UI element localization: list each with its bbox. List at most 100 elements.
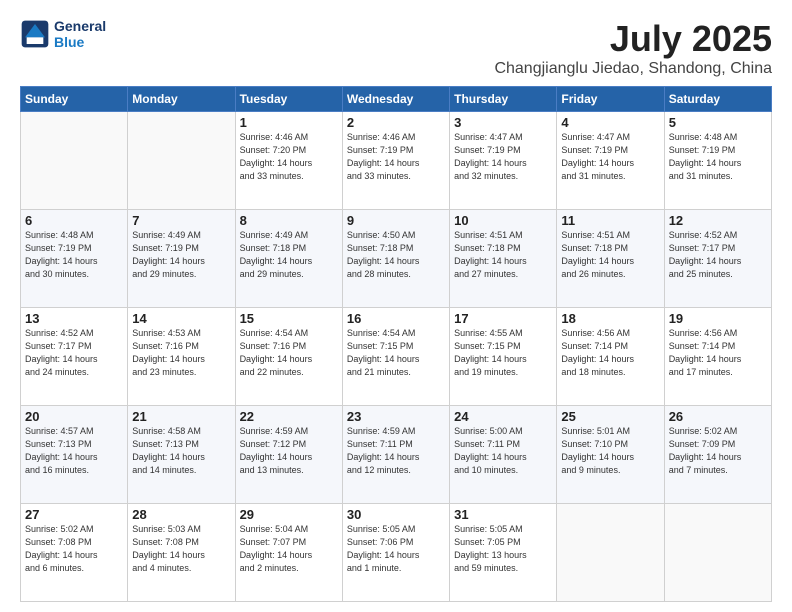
logo-line1: General bbox=[54, 18, 106, 34]
calendar-cell: 1Sunrise: 4:46 AM Sunset: 7:20 PM Daylig… bbox=[235, 112, 342, 210]
calendar-cell: 22Sunrise: 4:59 AM Sunset: 7:12 PM Dayli… bbox=[235, 406, 342, 504]
calendar-header-row: SundayMondayTuesdayWednesdayThursdayFrid… bbox=[21, 87, 772, 112]
calendar-cell bbox=[664, 504, 771, 602]
calendar-cell: 11Sunrise: 4:51 AM Sunset: 7:18 PM Dayli… bbox=[557, 210, 664, 308]
cell-info: Sunrise: 4:56 AM Sunset: 7:14 PM Dayligh… bbox=[669, 327, 767, 379]
day-of-week-header: Monday bbox=[128, 87, 235, 112]
calendar-cell: 6Sunrise: 4:48 AM Sunset: 7:19 PM Daylig… bbox=[21, 210, 128, 308]
day-number: 1 bbox=[240, 115, 338, 130]
cell-info: Sunrise: 4:47 AM Sunset: 7:19 PM Dayligh… bbox=[454, 131, 552, 183]
cell-info: Sunrise: 4:57 AM Sunset: 7:13 PM Dayligh… bbox=[25, 425, 123, 477]
calendar-cell bbox=[128, 112, 235, 210]
calendar-cell bbox=[557, 504, 664, 602]
day-of-week-header: Friday bbox=[557, 87, 664, 112]
calendar-cell: 25Sunrise: 5:01 AM Sunset: 7:10 PM Dayli… bbox=[557, 406, 664, 504]
cell-info: Sunrise: 4:59 AM Sunset: 7:11 PM Dayligh… bbox=[347, 425, 445, 477]
day-number: 16 bbox=[347, 311, 445, 326]
day-of-week-header: Wednesday bbox=[342, 87, 449, 112]
header: General Blue July 2025 Changjianglu Jied… bbox=[20, 18, 772, 78]
calendar-cell: 24Sunrise: 5:00 AM Sunset: 7:11 PM Dayli… bbox=[450, 406, 557, 504]
calendar-cell: 4Sunrise: 4:47 AM Sunset: 7:19 PM Daylig… bbox=[557, 112, 664, 210]
day-number: 15 bbox=[240, 311, 338, 326]
logo-text: General Blue bbox=[54, 18, 106, 50]
day-number: 7 bbox=[132, 213, 230, 228]
cell-info: Sunrise: 4:49 AM Sunset: 7:18 PM Dayligh… bbox=[240, 229, 338, 281]
cell-info: Sunrise: 4:56 AM Sunset: 7:14 PM Dayligh… bbox=[561, 327, 659, 379]
day-number: 23 bbox=[347, 409, 445, 424]
page: General Blue July 2025 Changjianglu Jied… bbox=[0, 0, 792, 612]
calendar-cell: 8Sunrise: 4:49 AM Sunset: 7:18 PM Daylig… bbox=[235, 210, 342, 308]
day-number: 6 bbox=[25, 213, 123, 228]
cell-info: Sunrise: 4:48 AM Sunset: 7:19 PM Dayligh… bbox=[669, 131, 767, 183]
calendar-cell: 12Sunrise: 4:52 AM Sunset: 7:17 PM Dayli… bbox=[664, 210, 771, 308]
cell-info: Sunrise: 4:51 AM Sunset: 7:18 PM Dayligh… bbox=[454, 229, 552, 281]
day-number: 25 bbox=[561, 409, 659, 424]
cell-info: Sunrise: 4:54 AM Sunset: 7:15 PM Dayligh… bbox=[347, 327, 445, 379]
day-number: 5 bbox=[669, 115, 767, 130]
day-number: 2 bbox=[347, 115, 445, 130]
day-of-week-header: Sunday bbox=[21, 87, 128, 112]
day-number: 28 bbox=[132, 507, 230, 522]
cell-info: Sunrise: 5:02 AM Sunset: 7:08 PM Dayligh… bbox=[25, 523, 123, 575]
cell-info: Sunrise: 4:51 AM Sunset: 7:18 PM Dayligh… bbox=[561, 229, 659, 281]
logo: General Blue bbox=[20, 18, 106, 50]
day-number: 10 bbox=[454, 213, 552, 228]
cell-info: Sunrise: 4:55 AM Sunset: 7:15 PM Dayligh… bbox=[454, 327, 552, 379]
cell-info: Sunrise: 5:05 AM Sunset: 7:06 PM Dayligh… bbox=[347, 523, 445, 575]
cell-info: Sunrise: 5:01 AM Sunset: 7:10 PM Dayligh… bbox=[561, 425, 659, 477]
calendar-cell: 15Sunrise: 4:54 AM Sunset: 7:16 PM Dayli… bbox=[235, 308, 342, 406]
calendar-cell: 27Sunrise: 5:02 AM Sunset: 7:08 PM Dayli… bbox=[21, 504, 128, 602]
calendar-cell: 23Sunrise: 4:59 AM Sunset: 7:11 PM Dayli… bbox=[342, 406, 449, 504]
title-block: July 2025 Changjianglu Jiedao, Shandong,… bbox=[494, 18, 772, 78]
day-number: 30 bbox=[347, 507, 445, 522]
calendar-cell: 10Sunrise: 4:51 AM Sunset: 7:18 PM Dayli… bbox=[450, 210, 557, 308]
cell-info: Sunrise: 4:53 AM Sunset: 7:16 PM Dayligh… bbox=[132, 327, 230, 379]
day-of-week-header: Tuesday bbox=[235, 87, 342, 112]
calendar-cell: 14Sunrise: 4:53 AM Sunset: 7:16 PM Dayli… bbox=[128, 308, 235, 406]
cell-info: Sunrise: 5:05 AM Sunset: 7:05 PM Dayligh… bbox=[454, 523, 552, 575]
subtitle: Changjianglu Jiedao, Shandong, China bbox=[494, 60, 772, 78]
calendar-cell: 5Sunrise: 4:48 AM Sunset: 7:19 PM Daylig… bbox=[664, 112, 771, 210]
calendar-week-row: 20Sunrise: 4:57 AM Sunset: 7:13 PM Dayli… bbox=[21, 406, 772, 504]
day-number: 13 bbox=[25, 311, 123, 326]
day-number: 12 bbox=[669, 213, 767, 228]
day-number: 8 bbox=[240, 213, 338, 228]
day-number: 20 bbox=[25, 409, 123, 424]
calendar-week-row: 1Sunrise: 4:46 AM Sunset: 7:20 PM Daylig… bbox=[21, 112, 772, 210]
day-number: 3 bbox=[454, 115, 552, 130]
calendar-cell: 3Sunrise: 4:47 AM Sunset: 7:19 PM Daylig… bbox=[450, 112, 557, 210]
logo-line2: Blue bbox=[54, 34, 106, 50]
calendar-cell: 29Sunrise: 5:04 AM Sunset: 7:07 PM Dayli… bbox=[235, 504, 342, 602]
day-number: 31 bbox=[454, 507, 552, 522]
calendar-cell: 21Sunrise: 4:58 AM Sunset: 7:13 PM Dayli… bbox=[128, 406, 235, 504]
calendar-cell: 31Sunrise: 5:05 AM Sunset: 7:05 PM Dayli… bbox=[450, 504, 557, 602]
cell-info: Sunrise: 4:54 AM Sunset: 7:16 PM Dayligh… bbox=[240, 327, 338, 379]
calendar-cell: 28Sunrise: 5:03 AM Sunset: 7:08 PM Dayli… bbox=[128, 504, 235, 602]
cell-info: Sunrise: 4:48 AM Sunset: 7:19 PM Dayligh… bbox=[25, 229, 123, 281]
day-number: 21 bbox=[132, 409, 230, 424]
cell-info: Sunrise: 4:49 AM Sunset: 7:19 PM Dayligh… bbox=[132, 229, 230, 281]
calendar-week-row: 6Sunrise: 4:48 AM Sunset: 7:19 PM Daylig… bbox=[21, 210, 772, 308]
cell-info: Sunrise: 4:59 AM Sunset: 7:12 PM Dayligh… bbox=[240, 425, 338, 477]
calendar-cell: 19Sunrise: 4:56 AM Sunset: 7:14 PM Dayli… bbox=[664, 308, 771, 406]
cell-info: Sunrise: 5:02 AM Sunset: 7:09 PM Dayligh… bbox=[669, 425, 767, 477]
day-number: 18 bbox=[561, 311, 659, 326]
cell-info: Sunrise: 4:58 AM Sunset: 7:13 PM Dayligh… bbox=[132, 425, 230, 477]
logo-icon bbox=[20, 19, 50, 49]
calendar-cell: 16Sunrise: 4:54 AM Sunset: 7:15 PM Dayli… bbox=[342, 308, 449, 406]
cell-info: Sunrise: 5:04 AM Sunset: 7:07 PM Dayligh… bbox=[240, 523, 338, 575]
cell-info: Sunrise: 4:46 AM Sunset: 7:19 PM Dayligh… bbox=[347, 131, 445, 183]
day-number: 27 bbox=[25, 507, 123, 522]
day-number: 17 bbox=[454, 311, 552, 326]
day-number: 11 bbox=[561, 213, 659, 228]
calendar-cell: 26Sunrise: 5:02 AM Sunset: 7:09 PM Dayli… bbox=[664, 406, 771, 504]
day-number: 4 bbox=[561, 115, 659, 130]
cell-info: Sunrise: 4:47 AM Sunset: 7:19 PM Dayligh… bbox=[561, 131, 659, 183]
calendar-cell: 30Sunrise: 5:05 AM Sunset: 7:06 PM Dayli… bbox=[342, 504, 449, 602]
cell-info: Sunrise: 4:52 AM Sunset: 7:17 PM Dayligh… bbox=[25, 327, 123, 379]
main-title: July 2025 bbox=[494, 18, 772, 60]
day-of-week-header: Saturday bbox=[664, 87, 771, 112]
calendar-cell bbox=[21, 112, 128, 210]
cell-info: Sunrise: 4:52 AM Sunset: 7:17 PM Dayligh… bbox=[669, 229, 767, 281]
day-number: 22 bbox=[240, 409, 338, 424]
